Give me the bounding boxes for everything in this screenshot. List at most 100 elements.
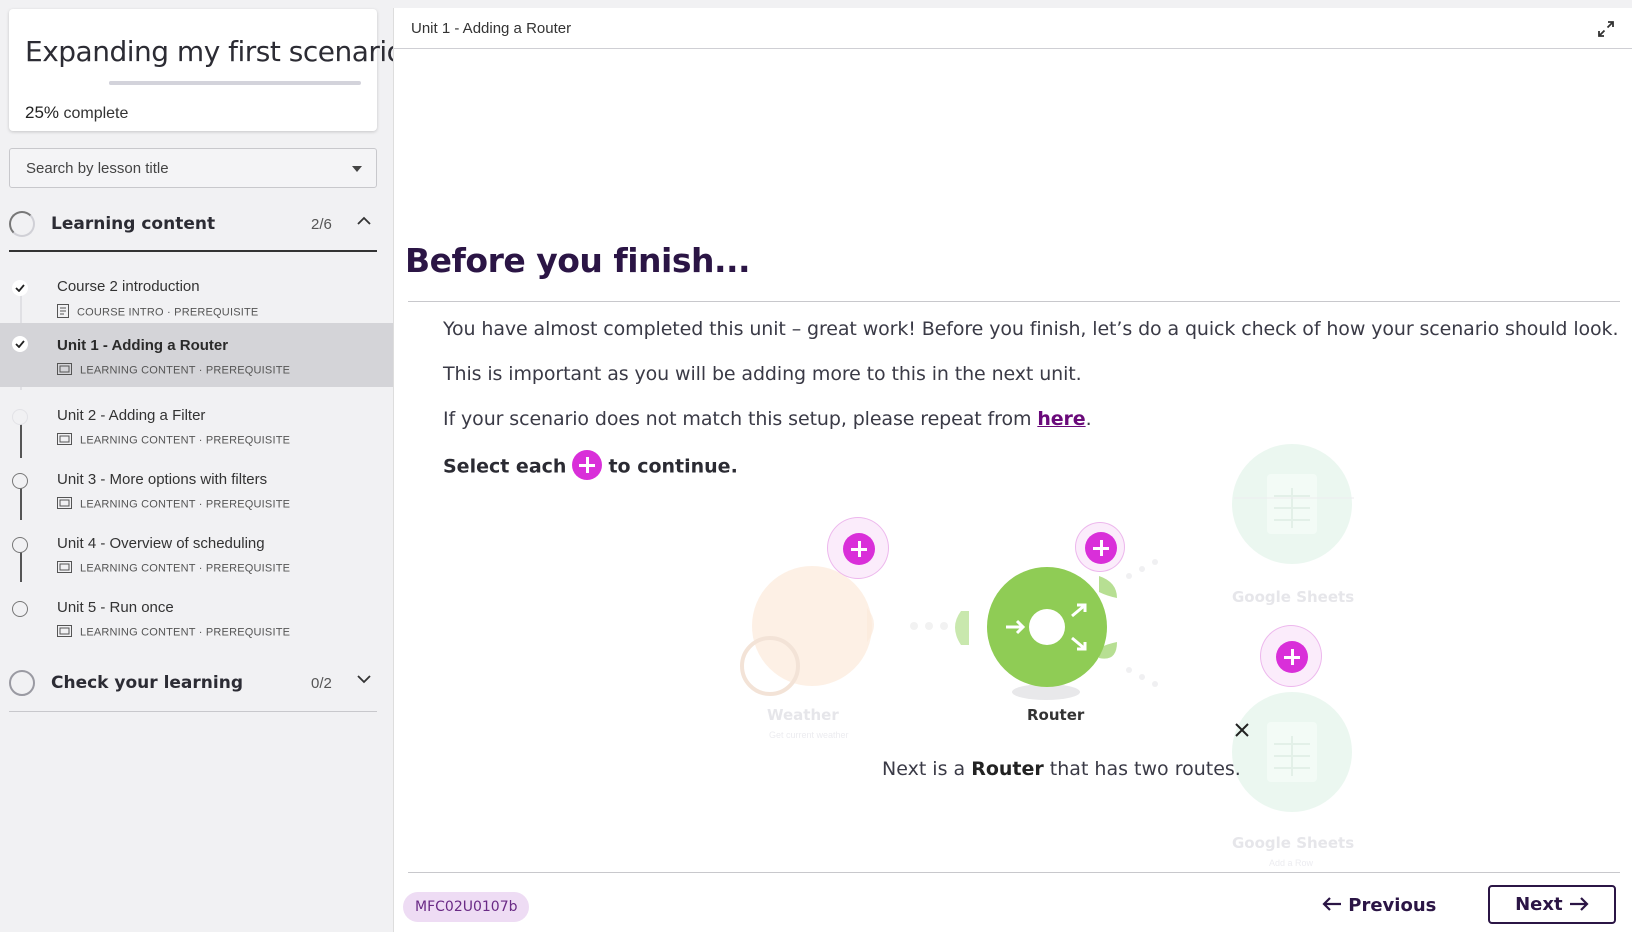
meta-separator: · (198, 626, 203, 639)
lesson-type: LEARNING CONTENT (80, 626, 196, 639)
lesson-title: Unit 2 - Adding a Filter (57, 407, 206, 424)
sheets-top-label: Google Sheets (1232, 588, 1355, 606)
lesson-meta: LEARNING CONTENT · PREREQUISITE (57, 561, 290, 576)
progress-bar (109, 81, 361, 85)
next-button[interactable]: Next (1488, 885, 1616, 924)
diagram-caption: Next is a Router that has two routes. (882, 758, 1241, 780)
lesson-meta: LEARNING CONTENT · PREREQUISITE (57, 497, 290, 512)
lesson-search-select[interactable]: Search by lesson title (9, 148, 377, 188)
footer-divider (408, 872, 1620, 873)
progress-fill (109, 81, 172, 85)
document-icon (57, 304, 69, 321)
meta-separator: · (198, 498, 203, 511)
expand-icon[interactable] (1597, 20, 1615, 43)
caret-down-icon (352, 166, 362, 172)
lesson-tag: PREREQUISITE (205, 562, 291, 575)
course-title: Expanding my first scenario (25, 35, 404, 68)
breadcrumb: Unit 1 - Adding a Router (411, 20, 572, 37)
router-module-label: Router (1027, 706, 1085, 724)
sheets-bottom-sublabel: Add a Row (1269, 858, 1314, 868)
caption-prefix: Next is a (882, 758, 972, 780)
lesson-type: LEARNING CONTENT (80, 562, 196, 575)
lesson-type: LEARNING CONTENT (80, 434, 196, 447)
status-circle-icon (9, 670, 35, 696)
meta-separator: · (198, 364, 203, 377)
repeat-suffix: . (1085, 408, 1092, 430)
progress-ring-icon (9, 211, 35, 237)
slides-icon (57, 363, 72, 378)
plus-icon (843, 533, 875, 565)
lesson-title: Course 2 introduction (57, 278, 200, 295)
next-label: Next (1515, 894, 1563, 915)
previous-button[interactable]: Previous (1322, 888, 1436, 924)
weather-module-sublabel: Get current weather (769, 730, 849, 740)
weather-module-icon (752, 566, 872, 686)
repeat-prefix: If your scenario does not match this set… (443, 408, 1038, 430)
lesson-type: LEARNING CONTENT (80, 364, 196, 377)
chevron-up-icon[interactable] (357, 216, 371, 225)
slides-icon (57, 625, 72, 640)
section-title: Check your learning (51, 673, 243, 693)
lesson-item[interactable]: Unit 4 - Overview of scheduling LEARNING… (0, 525, 393, 589)
slides-icon (57, 433, 72, 448)
lesson-type: COURSE INTRO (77, 306, 164, 319)
lesson-code-badge: MFC02U0107b (403, 892, 530, 922)
section-divider (9, 250, 377, 252)
slides-icon (57, 497, 72, 512)
router-module-icon (987, 567, 1107, 687)
lesson-type: LEARNING CONTENT (80, 498, 196, 511)
lesson-item[interactable]: Unit 3 - More options with filters LEARN… (0, 461, 393, 525)
caption-suffix: that has two routes. (1043, 758, 1241, 780)
section-check-your-learning[interactable]: Check your learning 0/2 (9, 658, 377, 708)
lesson-item[interactable]: Unit 5 - Run once LEARNING CONTENT · PRE… (0, 589, 393, 653)
chevron-down-icon[interactable] (357, 675, 371, 684)
section-divider (9, 711, 377, 712)
lesson-item[interactable]: Unit 2 - Adding a Filter LEARNING CONTEN… (0, 397, 393, 461)
plus-icon (1085, 532, 1117, 564)
course-progress-card: Expanding my first scenario 25% complete (9, 9, 404, 131)
previous-label: Previous (1348, 895, 1437, 916)
google-sheets-module-icon (1232, 692, 1352, 812)
meta-separator: · (198, 562, 203, 575)
lesson-meta: LEARNING CONTENT · PREREQUISITE (57, 625, 290, 640)
status-circle-icon (12, 473, 28, 489)
lesson-title: Unit 3 - More options with filters (57, 471, 268, 488)
lesson-item-active[interactable]: Unit 1 - Adding a Router LEARNING CONTEN… (0, 323, 393, 387)
heading-divider (408, 301, 1620, 302)
lesson-meta: LEARNING CONTENT · PREREQUISITE (57, 363, 290, 378)
plus-icon (572, 450, 603, 480)
lesson-topbar: Unit 1 - Adding a Router (394, 8, 1632, 49)
progress-percent: 25% (25, 103, 60, 122)
repeat-paragraph: If your scenario does not match this set… (443, 408, 1092, 430)
close-icon[interactable] (1234, 722, 1250, 743)
router-hotspot-button[interactable] (1075, 522, 1125, 572)
meta-separator: · (167, 306, 171, 319)
section-learning-content[interactable]: Learning content 2/6 (9, 199, 377, 249)
intro-paragraph: You have almost completed this unit – gr… (443, 318, 1619, 340)
weather-module-label: Weather (767, 706, 839, 724)
lesson-meta: COURSE INTRO · PREREQUISITE (57, 304, 258, 321)
plus-icon (1276, 641, 1308, 673)
lesson-title: Unit 4 - Overview of scheduling (57, 535, 265, 552)
slides-icon (57, 561, 72, 576)
lesson-title: Unit 5 - Run once (57, 599, 174, 616)
meta-separator: · (198, 434, 203, 447)
arrow-left-icon (1322, 888, 1342, 924)
google-sheets-module-icon (1232, 444, 1352, 564)
lesson-tag: PREREQUISITE (205, 498, 291, 511)
lesson-tag: PREREQUISITE (205, 434, 291, 447)
status-circle-icon (12, 601, 28, 617)
section-count: 0/2 (311, 675, 332, 692)
sheets-bottom-label: Google Sheets (1232, 834, 1355, 852)
status-circle-icon (12, 409, 28, 425)
lesson-tag: PREREQUISITE (205, 626, 291, 639)
lesson-search-placeholder: Search by lesson title (26, 160, 169, 177)
sheets-hotspot-button[interactable] (1260, 625, 1322, 687)
caption-bold: Router (971, 758, 1044, 780)
lesson-content-panel: Unit 1 - Adding a Router Before you fini… (393, 8, 1632, 932)
select-prefix: Select each (443, 455, 567, 478)
lesson-tag: PREREQUISITE (174, 306, 259, 319)
course-sidebar: Expanding my first scenario 25% complete… (0, 0, 404, 932)
repeat-here-link[interactable]: here (1037, 408, 1085, 430)
weather-hotspot-button[interactable] (827, 517, 889, 579)
